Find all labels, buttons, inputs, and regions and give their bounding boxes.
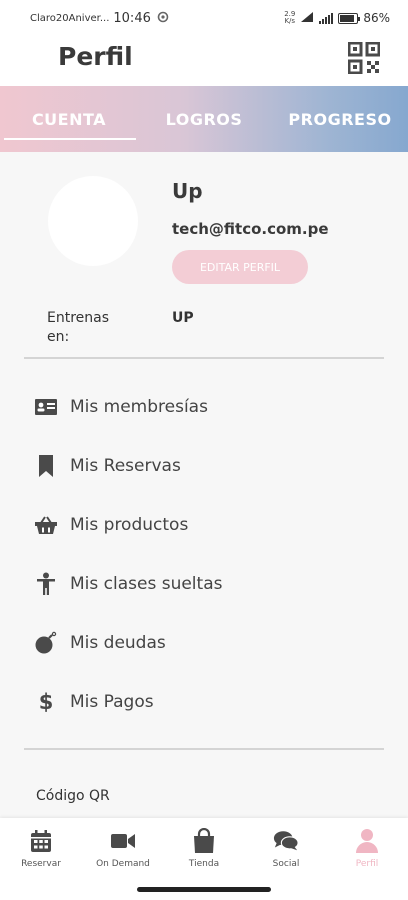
chat-bubbles-icon — [273, 828, 299, 854]
settings-status-icon — [157, 11, 169, 26]
menu-item-label: Mis clases sueltas — [70, 574, 223, 594]
menu-item-reservas[interactable]: Mis Reservas — [34, 446, 384, 486]
menu-item-membresias[interactable]: Mis membresías — [34, 387, 384, 427]
divider — [24, 748, 384, 750]
tab-progreso[interactable]: PROGRESO — [272, 86, 408, 152]
home-gesture-bar[interactable] — [137, 887, 271, 892]
menu-item-productos[interactable]: Mis productos — [34, 505, 384, 545]
nav-label: Reservar — [21, 859, 61, 869]
svg-text:$: $ — [39, 690, 54, 714]
bottom-nav: Reservar On Demand Tienda Social Perfil — [0, 818, 408, 880]
app-header: Perfil — [0, 36, 408, 86]
user-name: Up — [172, 179, 203, 203]
id-card-icon — [34, 395, 58, 419]
qr-code-icon[interactable] — [347, 41, 381, 75]
menu-item-deudas[interactable]: Mis deudas — [34, 623, 384, 663]
menu-item-label: Mis Pagos — [70, 692, 154, 712]
clock: 10:46 — [113, 10, 151, 26]
video-camera-icon — [110, 828, 136, 854]
nav-reservar[interactable]: Reservar — [0, 818, 82, 880]
menu-item-label: Mis membresías — [70, 397, 208, 417]
gesture-area — [0, 880, 408, 900]
menu-item-pagos[interactable]: $ Mis Pagos — [34, 682, 384, 722]
nav-label: Social — [272, 859, 300, 869]
active-tab-indicator — [4, 138, 136, 140]
bookmark-icon — [34, 454, 58, 478]
qr-section-label: Código QR — [36, 788, 110, 804]
nav-perfil[interactable]: Perfil — [326, 818, 408, 880]
tab-label: LOGROS — [165, 109, 243, 129]
menu-item-clases-sueltas[interactable]: Mis clases sueltas — [34, 564, 384, 604]
tab-label: PROGRESO — [288, 109, 392, 129]
edit-profile-button[interactable]: EDITAR PERFIL — [172, 250, 308, 284]
nav-tienda[interactable]: Tienda — [163, 818, 245, 880]
nav-label: Tienda — [188, 859, 220, 869]
trains-at-label: Entrenas en: — [47, 310, 110, 345]
trains-at-value: UP — [172, 310, 194, 326]
status-bar: Claro20Aniver... 10:46 2.9 K/s 86% — [0, 0, 408, 36]
shopping-bag-icon — [191, 828, 217, 854]
page-title: Perfil — [58, 42, 133, 71]
tab-cuenta[interactable]: CUENTA — [2, 86, 136, 152]
user-email: tech@fitco.com.pe — [172, 220, 329, 238]
menu-item-label: Mis productos — [70, 515, 189, 535]
account-panel: Up tech@fitco.com.pe EDITAR PERFIL Entre… — [0, 152, 408, 804]
carrier-name: Claro20Aniver... — [30, 12, 110, 24]
calendar-icon — [28, 828, 54, 854]
tab-logros[interactable]: LOGROS — [136, 86, 272, 152]
battery-percent: 86% — [363, 11, 390, 25]
divider — [24, 357, 384, 359]
basket-icon — [34, 513, 58, 537]
user-icon — [354, 828, 380, 854]
bomb-icon — [34, 631, 58, 655]
menu-item-label: Mis Reservas — [70, 456, 181, 476]
tab-label: CUENTA — [31, 109, 107, 129]
nav-social[interactable]: Social — [245, 818, 327, 880]
dollar-icon: $ — [34, 690, 58, 714]
person-icon — [34, 572, 58, 596]
network-speed: 2.9 K/s — [284, 11, 295, 25]
wifi-signal-icon — [300, 11, 314, 25]
nav-label: On Demand — [96, 859, 150, 869]
nav-on-demand[interactable]: On Demand — [82, 818, 164, 880]
net-speed-unit: K/s — [284, 17, 296, 25]
avatar[interactable] — [48, 176, 138, 266]
menu-item-label: Mis deudas — [70, 633, 166, 653]
profile-tabs: CUENTA LOGROS PROGRESO — [0, 86, 408, 152]
cell-signal-icon — [319, 12, 334, 24]
battery-icon — [338, 12, 361, 24]
nav-label: Perfil — [355, 859, 379, 869]
